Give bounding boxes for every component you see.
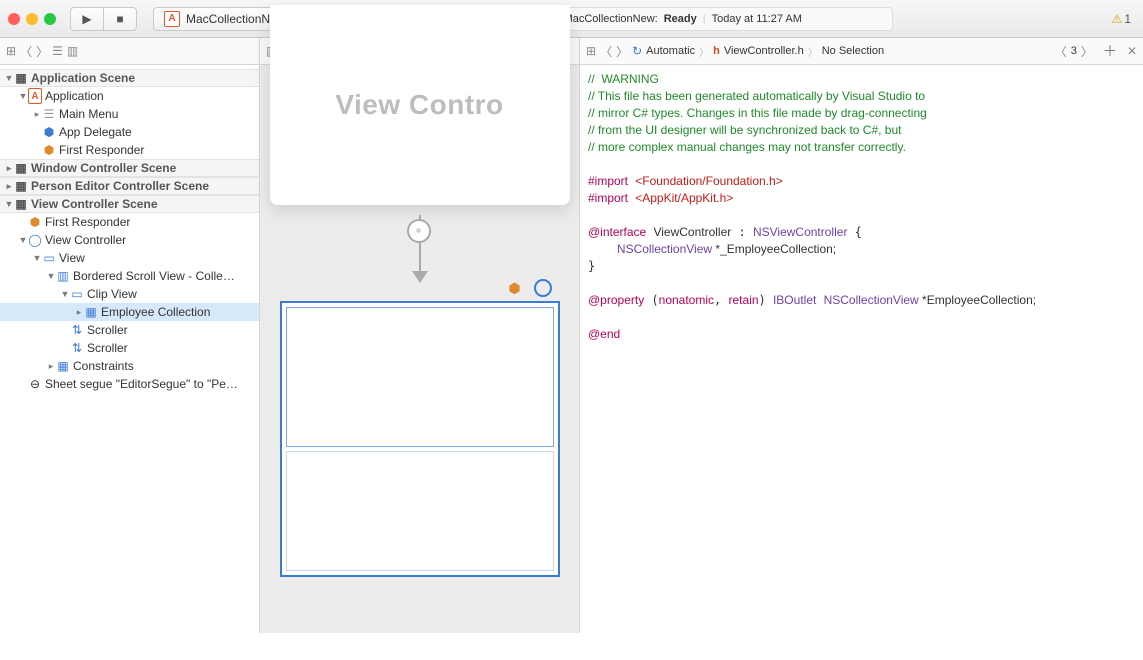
project-icon: A xyxy=(164,11,180,27)
minimize-window-button[interactable] xyxy=(26,13,38,25)
segue-icon: ⊖ xyxy=(28,377,42,391)
scene-header-person[interactable]: ▸▦Person Editor Controller Scene xyxy=(0,177,259,195)
tree-item-constraints[interactable]: ▸▦Constraints xyxy=(0,357,259,375)
disclosure-icon[interactable]: ▼ xyxy=(4,73,14,83)
main-toolbar: ▶ ■ A MacCollectionNew 〉 My Mac MacColle… xyxy=(0,0,1143,38)
warning-count: 1 xyxy=(1124,12,1131,26)
add-assistant-button[interactable]: ＋ xyxy=(1103,41,1117,61)
zoom-window-button[interactable] xyxy=(44,13,56,25)
tree-item-segue[interactable]: ⊖Sheet segue "EditorSegue" to "Pe… xyxy=(0,375,259,393)
issues-indicator[interactable]: ⚠ 1 xyxy=(1112,12,1131,26)
main-columns: ⊞ 〈 〉 ☰ ▥ ▼ ▦Application Scene ▼AApplica… xyxy=(0,38,1143,633)
tree-item-main-menu[interactable]: ▸☰Main Menu xyxy=(0,105,259,123)
warning-icon: ⚠ xyxy=(1112,12,1123,26)
tree-item-scroller1[interactable]: ⇅Scroller xyxy=(0,321,259,339)
label: Application Scene xyxy=(31,71,135,85)
counterpart-count: 3 xyxy=(1071,45,1077,57)
loop-icon: ↻ xyxy=(632,44,642,58)
constraints-icon: ▦ xyxy=(56,359,70,373)
tree-item-first-responder2[interactable]: ⬢First Responder xyxy=(0,213,259,231)
related-items-icon[interactable]: ⊞ xyxy=(6,44,16,58)
run-button[interactable]: ▶ xyxy=(70,7,104,31)
outline-jump-bar: ⊞ 〈 〉 ☰ ▥ xyxy=(0,38,259,65)
tree-item-view[interactable]: ▼▭View xyxy=(0,249,259,267)
jump-file[interactable]: ViewController.h xyxy=(724,45,804,57)
scene-header-viewcontroller[interactable]: ▼▦View Controller Scene xyxy=(0,195,259,213)
scene-header-application[interactable]: ▼ ▦Application Scene xyxy=(0,69,259,87)
tree-item-employee-collection[interactable]: ▸▦Employee Collection xyxy=(0,303,259,321)
clip-icon: ▭ xyxy=(70,287,84,301)
window-controls xyxy=(8,13,56,25)
tree-item-scroll-view[interactable]: ▼▥Bordered Scroll View - Colle… xyxy=(0,267,259,285)
selected-collection-view[interactable]: ⬢ xyxy=(280,301,560,577)
status-time: Today at 11:27 AM xyxy=(712,13,802,25)
tree-item-scroller2[interactable]: ⇅Scroller xyxy=(0,339,259,357)
app-icon: A xyxy=(28,88,42,104)
tree-item-view-controller[interactable]: ▼◯View Controller xyxy=(0,231,259,249)
next-counterpart-button[interactable]: 〉 xyxy=(1081,43,1093,60)
segue-arrow: ⚬ xyxy=(419,215,421,275)
status-project: MacCollectionNew: xyxy=(564,13,658,25)
jump-automatic[interactable]: Automatic xyxy=(646,45,695,57)
scene-header-window[interactable]: ▸▦Window Controller Scene xyxy=(0,159,259,177)
filter-icon[interactable]: ☰ xyxy=(52,44,63,58)
tree-item-clip-view[interactable]: ▼▭Clip View xyxy=(0,285,259,303)
scroller-icon: ⇅ xyxy=(70,323,84,337)
document-outline: ⊞ 〈 〉 ☰ ▥ ▼ ▦Application Scene ▼AApplica… xyxy=(0,38,260,633)
back-button[interactable]: 〈 xyxy=(20,43,32,60)
collection-icon: ▦ xyxy=(84,305,98,319)
interface-builder-canvas[interactable]: ▥ ▭ 〉 ▭ Clip View 〉 ▦ Employee Collectio… xyxy=(260,38,580,633)
source-code[interactable]: // WARNING // This file has been generat… xyxy=(580,65,1143,633)
view-controller-dock-icon[interactable] xyxy=(534,279,552,297)
run-stop-group: ▶ ■ xyxy=(70,7,137,31)
collection-inner xyxy=(286,307,554,447)
scroll-icon: ▥ xyxy=(56,269,70,283)
header-file-icon: h xyxy=(713,45,720,57)
tree-item-app-delegate[interactable]: ⬢App Delegate xyxy=(0,123,259,141)
scroller-icon: ⇅ xyxy=(70,341,84,355)
forward-button[interactable]: 〉 xyxy=(36,43,48,60)
status-state: Ready xyxy=(664,13,697,25)
menu-icon: ☰ xyxy=(42,107,56,121)
back-button[interactable]: 〈 xyxy=(600,43,612,60)
prev-counterpart-button[interactable]: 〈 xyxy=(1055,43,1067,60)
jump-selection[interactable]: No Selection xyxy=(822,45,884,57)
editor-jump-bar: ⊞ 〈 〉 ↻ Automatic 〉 h ViewController.h 〉… xyxy=(580,38,1143,65)
collection-lower xyxy=(286,451,554,571)
related-items-icon[interactable]: ⊞ xyxy=(586,44,596,58)
assistant-editor: ⊞ 〈 〉 ↻ Automatic 〉 h ViewController.h 〉… xyxy=(580,38,1143,633)
scene-dock: ⬢ xyxy=(506,279,552,297)
close-assistant-button[interactable]: ✕ xyxy=(1127,44,1137,58)
close-window-button[interactable] xyxy=(8,13,20,25)
responder-icon: ⬢ xyxy=(42,143,56,157)
tree-item-first-responder[interactable]: ⬢First Responder xyxy=(0,141,259,159)
forward-button[interactable]: 〉 xyxy=(616,43,628,60)
ghost-title: View Contro xyxy=(335,89,503,121)
preview-window[interactable]: View Contro xyxy=(270,5,570,205)
arrowhead-icon xyxy=(412,271,428,283)
outline-tree: ▼ ▦Application Scene ▼AApplication ▸☰Mai… xyxy=(0,65,259,397)
segue-circle-icon: ⚬ xyxy=(407,219,431,243)
object-icon: ⬢ xyxy=(42,125,56,139)
responder-icon: ⬢ xyxy=(28,215,42,229)
tree-item-application[interactable]: ▼AApplication xyxy=(0,87,259,105)
controller-icon: ◯ xyxy=(28,233,42,247)
view-mode-icon[interactable]: ▥ xyxy=(67,44,78,58)
view-icon: ▭ xyxy=(42,251,56,265)
stop-button[interactable]: ■ xyxy=(103,7,137,31)
canvas-content: View Contro ⚬ ⬢ xyxy=(260,65,579,633)
first-responder-dock-icon[interactable]: ⬢ xyxy=(506,279,524,297)
